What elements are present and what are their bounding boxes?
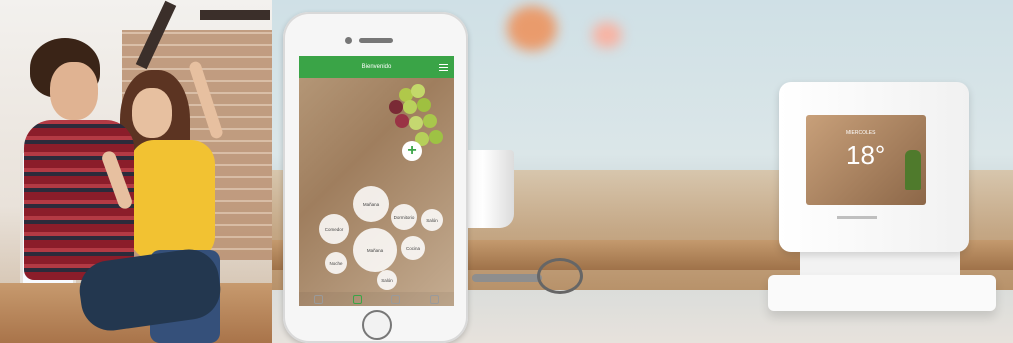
room-bubble[interactable]: Mañana <box>353 186 389 222</box>
app-bottom-nav <box>299 292 454 306</box>
hamburger-menu-icon[interactable] <box>439 62 448 71</box>
grapes-image <box>389 78 454 188</box>
blurred-fruit <box>507 6 557 51</box>
app-header: Bienvenido <box>299 56 454 78</box>
smartphone: Bienvenido + Mañana Dormitorio Salón Com… <box>283 12 468 343</box>
app-header-title: Bienvenido <box>361 64 392 70</box>
woman-yellow-top <box>130 140 215 260</box>
home-icon[interactable] <box>352 294 362 304</box>
folder-icon[interactable] <box>430 294 440 304</box>
thermostat-temperature: 18° <box>846 140 886 170</box>
thermostat-day-label: MIERCOLES <box>846 130 876 136</box>
roof-beam <box>200 10 270 20</box>
room-bubble[interactable]: Salón <box>377 270 397 290</box>
home-button[interactable] <box>362 310 392 340</box>
chart-icon[interactable] <box>391 294 401 304</box>
key <box>472 274 542 282</box>
plant-image <box>905 150 921 190</box>
thermostat-base <box>768 275 996 311</box>
man-face <box>50 62 98 120</box>
room-bubble[interactable]: Dormitorio <box>391 204 417 230</box>
app-screen: Bienvenido + Mañana Dormitorio Salón Com… <box>299 56 454 306</box>
phone-speaker <box>359 38 393 43</box>
room-bubble[interactable]: Cocina <box>401 236 425 260</box>
add-button[interactable]: + <box>402 141 422 161</box>
room-bubble[interactable]: Noche <box>325 252 347 274</box>
room-bubble[interactable]: Mañana <box>353 228 397 272</box>
blurred-fruit <box>592 22 622 48</box>
lifestyle-photo <box>0 0 272 343</box>
brand-logo <box>837 216 877 219</box>
front-camera <box>345 37 352 44</box>
keyring <box>537 258 583 294</box>
room-bubble[interactable]: Comedor <box>319 214 349 244</box>
room-bubble[interactable]: Salón <box>421 209 443 231</box>
settings-icon[interactable] <box>313 294 323 304</box>
woman-face <box>132 88 172 138</box>
